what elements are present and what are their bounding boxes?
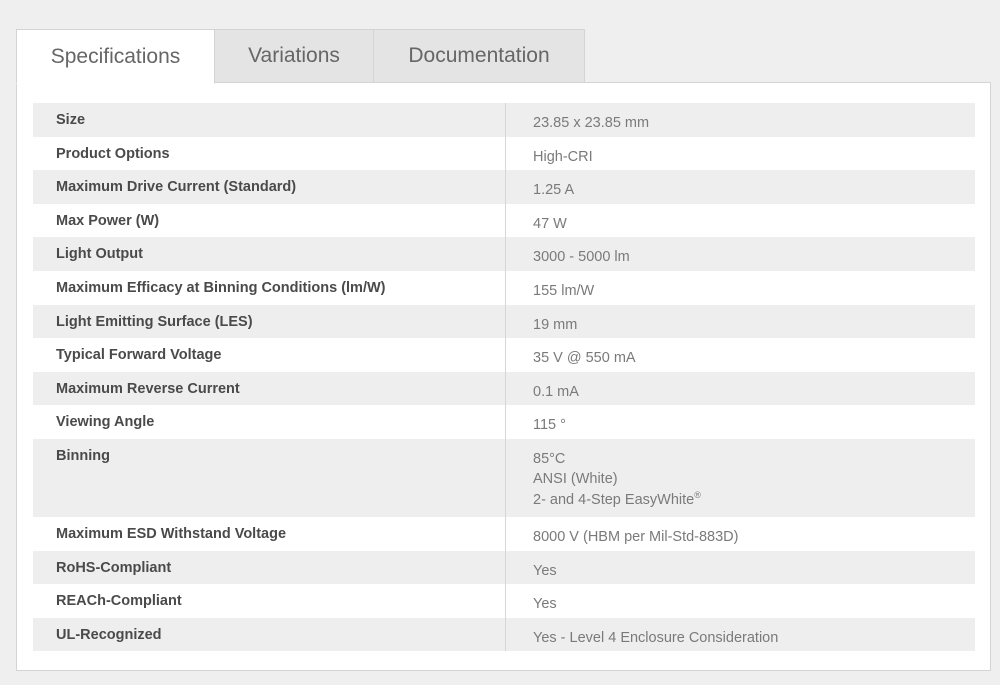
spec-label: Maximum Reverse Current <box>33 371 506 406</box>
spec-value-line: 1.25 A <box>533 179 975 202</box>
spec-value-text: 1.25 A <box>533 182 575 199</box>
tab-variations[interactable]: Variations <box>215 29 374 83</box>
spec-value-text: Yes <box>533 596 557 613</box>
spec-row: RoHS-Compliant Yes <box>33 550 975 585</box>
tab-specifications[interactable]: Specifications <box>16 29 215 84</box>
spec-row: Viewing Angle 115 ° <box>33 405 975 439</box>
spec-label: UL-Recognized <box>33 617 506 652</box>
registered-trademark-mark: ® <box>694 490 701 501</box>
spec-value-text: 3000 - 5000 lm <box>533 249 630 266</box>
spec-value-line: 47 W <box>533 213 975 236</box>
spec-label: Maximum Drive Current (Standard) <box>33 170 506 204</box>
spec-value: 0.1 mA <box>506 372 975 406</box>
spec-value-text: 19 mm <box>533 316 578 333</box>
spec-value: Yes <box>506 551 975 585</box>
spec-value-line: 3000 - 5000 lm <box>533 246 975 269</box>
spec-label: REACh-Compliant <box>33 584 506 618</box>
spec-value-line: 0.1 mA <box>533 381 975 404</box>
spec-value-text: Yes - Level 4 Enclosure Consideration <box>533 629 779 646</box>
specifications-table: Size 23.85 x 23.85 mm Product Options High-… <box>33 103 975 652</box>
spec-value-text: 155 lm/W <box>533 282 595 299</box>
spec-value-line: 35 V @ 550 mA <box>533 347 975 370</box>
spec-label: Max Power (W) <box>33 203 506 238</box>
spec-value-line: 2- and 4-Step EasyWhite® <box>533 489 975 512</box>
spec-row: UL-Recognized Yes - Level 4 Enclosure Con… <box>33 617 975 652</box>
spec-row: Light Emitting Surface (LES) 19 mm <box>33 304 975 339</box>
spec-row: Maximum Drive Current (Standard) 1.25 A <box>33 170 975 204</box>
spec-value-line: Yes <box>533 560 975 583</box>
spec-value: 19 mm <box>506 305 975 339</box>
spec-row: Maximum Reverse Current 0.1 mA <box>33 371 975 406</box>
spec-row: Typical Forward Voltage 35 V @ 550 mA <box>33 338 975 372</box>
spec-label: Viewing Angle <box>33 405 506 439</box>
spec-value-text: 115 ° <box>533 417 566 434</box>
spec-value: 47 W <box>506 204 975 238</box>
spec-row: Maximum ESD Withstand Voltage 8000 V (HBM… <box>33 516 975 551</box>
spec-value-line: 23.85 x 23.85 mm <box>533 112 975 135</box>
spec-value: High-CRI <box>506 137 975 171</box>
spec-value-text: 0.1 mA <box>533 383 579 400</box>
spec-label: Light Emitting Surface (LES) <box>33 304 506 339</box>
spec-value: 8000 V (HBM per Mil-Std-883D) <box>506 517 975 551</box>
spec-label: Maximum ESD Withstand Voltage <box>33 516 506 551</box>
spec-row: Maximum Efficacy at Binning Conditions (… <box>33 270 975 305</box>
spec-row: Product Options High-CRI <box>33 136 975 171</box>
spec-label: RoHS-Compliant <box>33 550 506 585</box>
specifications-panel: Size 23.85 x 23.85 mm Product Options High-… <box>16 82 991 671</box>
spec-value: Yes <box>506 584 975 618</box>
spec-value-text: ANSI (White) <box>533 471 618 488</box>
spec-label: Product Options <box>33 136 506 171</box>
spec-label: Binning <box>33 438 506 517</box>
spec-value-line: Yes <box>533 593 975 616</box>
spec-value-line: 115 ° <box>533 414 975 437</box>
spec-value-text: 47 W <box>533 215 567 232</box>
spec-value: 3000 - 5000 lm <box>506 237 975 271</box>
spec-row: REACh-Compliant Yes <box>33 584 975 618</box>
spec-row: Binning 85°C ANSI (White) 2- and 4-Step Eas… <box>33 438 975 517</box>
spec-label: Typical Forward Voltage <box>33 338 506 372</box>
tab-documentation[interactable]: Documentation <box>374 29 585 83</box>
spec-label: Light Output <box>33 237 506 271</box>
spec-value-line: 85°C <box>533 448 975 471</box>
spec-value: Yes - Level 4 Enclosure Consideration <box>506 618 975 652</box>
spec-value-text: Yes <box>533 562 557 579</box>
spec-label: Size <box>33 103 506 137</box>
spec-row: Size 23.85 x 23.85 mm <box>33 103 975 137</box>
spec-label: Maximum Efficacy at Binning Conditions (… <box>33 270 506 305</box>
spec-value-line: 155 lm/W <box>533 280 975 303</box>
spec-value-line: 19 mm <box>533 314 975 337</box>
spec-value-line: High-CRI <box>533 146 975 169</box>
spec-value-line: ANSI (White) <box>533 468 975 491</box>
spec-value-text: 23.85 x 23.85 mm <box>533 115 650 131</box>
spec-value: 115 ° <box>506 405 975 439</box>
spec-row: Light Output 3000 - 5000 lm <box>33 237 975 271</box>
spec-value: 85°C ANSI (White) 2- and 4-Step EasyWhite® <box>506 439 975 517</box>
spec-value: 155 lm/W <box>506 271 975 305</box>
tab-bar: Specifications Variations Documentation <box>16 29 585 84</box>
spec-value: 35 V @ 550 mA <box>506 338 975 372</box>
spec-value-text: 85°C <box>533 450 566 467</box>
spec-value-text: 8000 V (HBM per Mil-Std-883D) <box>533 528 739 545</box>
spec-value-text: 2- and 4-Step EasyWhite <box>533 491 695 508</box>
spec-value-text: 35 V @ 550 mA <box>533 350 636 367</box>
spec-row: Max Power (W) 47 W <box>33 203 975 238</box>
spec-value: 1.25 A <box>506 170 975 204</box>
spec-value: 23.85 x 23.85 mm <box>506 103 975 137</box>
spec-value-line: Yes - Level 4 Enclosure Consideration <box>533 627 975 650</box>
spec-value-line: 8000 V (HBM per Mil-Std-883D) <box>533 526 975 549</box>
spec-value-text: High-CRI <box>533 148 593 165</box>
